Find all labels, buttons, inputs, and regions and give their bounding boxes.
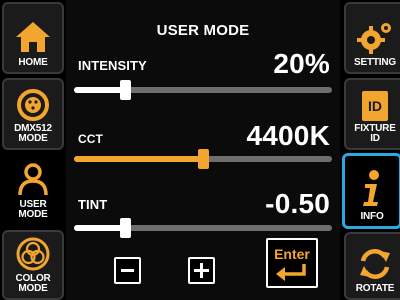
fixture-id-button[interactable]: ID FIXTURE ID [344,78,400,150]
rotate-button[interactable]: ROTATE [344,232,400,300]
color-mode-button[interactable]: COLOR MODE [2,230,64,300]
color-mode-label: COLOR MODE [15,273,51,294]
id-card-icon: ID [362,91,388,121]
minus-button[interactable] [114,257,141,284]
plus-icon [194,263,209,278]
user-mode-panel: USER MODE INTENSITY 20% CCT 4400K TINT -… [66,0,340,300]
intensity-value: 20% [273,48,330,79]
info-label: INFO [360,211,384,222]
enter-button[interactable]: Enter [266,238,318,288]
dmx-connector-icon [17,89,49,121]
gear-icon [357,23,391,54]
home-label: HOME [18,57,48,68]
fixture-id-label: FIXTURE ID [354,123,396,144]
color-circles-icon [16,237,50,271]
intensity-label: INTENSITY [78,58,147,73]
rotate-icon [360,249,390,279]
cct-value: 4400K [246,120,330,151]
cct-slider-thumb[interactable] [197,149,209,169]
enter-label: Enter [274,246,310,262]
home-button[interactable]: HOME [2,2,64,74]
tint-slider-fill [74,225,126,231]
info-button[interactable]: INFO [342,153,400,229]
user-mode-label: USER MODE [18,199,48,220]
cct-label: CCT [78,132,103,146]
minus-icon [121,269,134,272]
setting-button[interactable]: SETTING [344,2,400,74]
tint-slider-thumb[interactable] [120,218,132,238]
intensity-slider[interactable] [74,80,332,100]
rotate-label: ROTATE [355,283,395,294]
tint-value: -0.50 [265,188,330,219]
plus-button[interactable] [188,257,215,284]
tint-label: TINT [78,197,108,212]
cct-slider[interactable] [74,149,332,169]
user-mode-button[interactable]: USER MODE [2,154,64,226]
dmx512-mode-button[interactable]: DMX512 MODE [2,78,64,150]
intensity-slider-fill [74,87,126,93]
person-icon [18,163,48,196]
intensity-slider-thumb[interactable] [120,80,132,100]
enter-arrow-icon [276,264,306,281]
setting-label: SETTING [354,57,396,68]
home-icon [16,22,50,52]
info-icon [363,170,379,206]
dmx512-mode-label: DMX512 MODE [14,123,52,144]
tint-slider[interactable] [74,218,332,238]
cct-slider-fill [74,156,203,162]
page-title: USER MODE [156,22,250,39]
device-screen: HOME DMX512 MODE USER MODE COLOR MODE US… [0,0,400,300]
